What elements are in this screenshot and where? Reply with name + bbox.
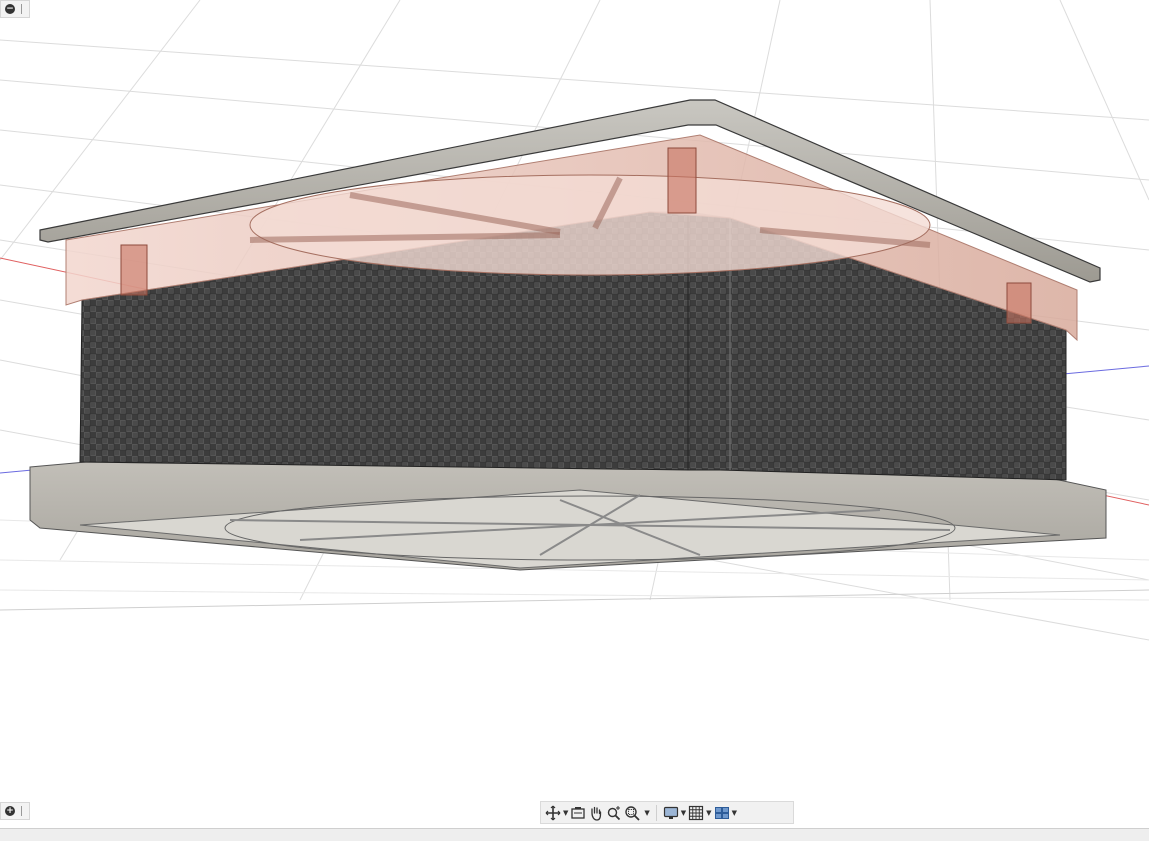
fan-screw-post [120, 244, 148, 296]
chevron-down-icon: ▼ [644, 808, 650, 817]
collapse-browser-button[interactable]: − [0, 0, 30, 18]
fan-screw-post [667, 147, 697, 214]
pan-hand-icon [591, 806, 602, 821]
viewport-canvas[interactable] [0, 0, 1149, 828]
panel-grip [21, 806, 22, 816]
grid-snaps-button[interactable]: ▼ [688, 803, 712, 822]
viewports-button[interactable]: ▼ [714, 803, 737, 822]
look-at-button[interactable] [570, 803, 586, 822]
look-at-icon [571, 806, 586, 819]
chevron-down-icon: ▼ [706, 808, 712, 817]
display-settings-button[interactable]: ▼ [663, 803, 686, 822]
zoom-button[interactable] [606, 803, 622, 822]
toolbar-divider [655, 804, 657, 821]
grid-icon [689, 805, 704, 820]
zoom-icon [608, 805, 621, 820]
zoom-window-icon [625, 805, 641, 821]
viewports-icon [714, 806, 729, 819]
expand-comments-button[interactable]: + [0, 802, 30, 820]
fan-blades [249, 174, 931, 276]
status-bar [0, 828, 1149, 841]
fan-enclosure-model[interactable] [29, 99, 1107, 571]
fan-screw-post [1006, 282, 1032, 324]
fit-button[interactable]: ▼ [624, 803, 650, 822]
orbit-button[interactable]: ▼ [545, 803, 568, 822]
chevron-down-icon: ▼ [680, 808, 687, 817]
orbit-icon [545, 805, 561, 820]
panel-grip [21, 4, 22, 14]
plus-circle-icon: + [5, 806, 15, 816]
minus-circle-icon: − [5, 4, 15, 14]
3d-viewport[interactable] [0, 0, 1149, 828]
navigation-toolbar: ▼ ▼ ▼ ▼ ▼ [540, 801, 794, 824]
chevron-down-icon: ▼ [731, 808, 737, 817]
display-monitor-icon [663, 806, 678, 819]
chevron-down-icon: ▼ [563, 808, 569, 817]
pan-button[interactable] [588, 803, 604, 822]
